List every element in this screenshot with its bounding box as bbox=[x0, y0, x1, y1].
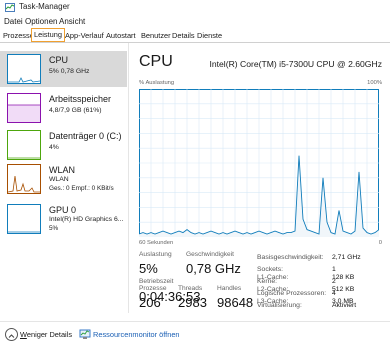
detail-label: Basisgeschwindigkeit: bbox=[257, 254, 324, 261]
cpu-thumbnail-graph bbox=[7, 54, 41, 84]
gpu-thumbnail-graph bbox=[7, 204, 41, 234]
stat-auslastung: 5% bbox=[139, 261, 158, 276]
graph-label: % Auslastung bbox=[139, 80, 175, 86]
sidebar-item-cpu[interactable]: CPU 5% 0,78 GHz bbox=[0, 51, 127, 87]
stat-label-auslastung: Auslastung bbox=[139, 251, 172, 258]
sidebar-item-label: CPU bbox=[49, 55, 69, 65]
tab-bar: Prozesse Leistung App-Verlauf Autostart … bbox=[0, 28, 390, 43]
detail-value: 3,0 MB bbox=[332, 298, 354, 305]
sidebar-item-label: GPU 0 bbox=[49, 205, 77, 215]
detail-label: L1-Cache: bbox=[257, 274, 289, 281]
detail-label: L3-Cache: bbox=[257, 298, 289, 305]
detail-value: 2,71 GHz bbox=[332, 254, 361, 261]
detail-value: 128 KB bbox=[332, 274, 355, 281]
graph-max-label: 100% bbox=[367, 80, 382, 86]
stat-handles: 98648 bbox=[217, 295, 254, 310]
detail-value: 1 bbox=[332, 266, 336, 273]
chevron-up-icon[interactable] bbox=[5, 328, 18, 341]
wlan-thumbnail-graph bbox=[7, 164, 41, 194]
tab-autostart[interactable]: Autostart bbox=[106, 31, 136, 40]
fewer-details-button[interactable]: Weniger Details bbox=[20, 330, 72, 339]
tab-prozesse[interactable]: Prozesse bbox=[3, 31, 34, 40]
sidebar-item-disk[interactable]: Datenträger 0 (C:) 4% bbox=[0, 127, 127, 163]
menu-bar: Datei Optionen Ansicht bbox=[0, 16, 390, 28]
sidebar-item-label: Datenträger 0 (C:) bbox=[49, 131, 122, 141]
sidebar-item-sub: 4,8/7,9 GB (61%) bbox=[49, 107, 102, 114]
sidebar-item-sub: 4% bbox=[49, 144, 59, 151]
footer-bar: Weniger Details Ressourcenmonitor öffnen bbox=[0, 321, 390, 349]
tab-app-verlauf[interactable]: App-Verlauf bbox=[65, 31, 104, 40]
tab-benutzer[interactable]: Benutzer bbox=[141, 31, 171, 40]
stat-geschwindigkeit: 0,78 GHz bbox=[186, 261, 241, 276]
resource-sidebar: CPU 5% 0,78 GHz Arbeitsspeicher 4,8/7,9 … bbox=[0, 43, 129, 313]
sidebar-item-gpu[interactable]: GPU 0 Intel(R) HD Graphics 6... 5% bbox=[0, 201, 127, 237]
stat-label-betriebszeit: Betriebszeit bbox=[139, 278, 174, 285]
cpu-model: Intel(R) Core(TM) i5-7300U CPU @ 2.60GHz bbox=[209, 59, 382, 69]
sidebar-item-sub: 5% 0,78 GHz bbox=[49, 68, 90, 75]
memory-thumbnail-graph bbox=[7, 93, 41, 123]
cpu-usage-graph bbox=[139, 89, 379, 237]
graph-time-label: 60 Sekunden bbox=[139, 240, 174, 246]
sidebar-item-wlan[interactable]: WLAN WLAN Ges.: 0 Empf.: 0 KBit/s bbox=[0, 161, 127, 197]
sidebar-item-memory[interactable]: Arbeitsspeicher 4,8/7,9 GB (61%) bbox=[0, 90, 127, 126]
graph-zero-label: 0 bbox=[378, 240, 382, 246]
window-title: Task-Manager bbox=[19, 2, 70, 11]
tab-details[interactable]: Details bbox=[172, 31, 195, 40]
disk-thumbnail-graph bbox=[7, 130, 41, 160]
stat-label-geschwindigkeit: Geschwindigkeit bbox=[186, 251, 235, 258]
stat-betriebszeit: 0:04:36:53 bbox=[139, 289, 201, 304]
sidebar-item-label: Arbeitsspeicher bbox=[49, 94, 112, 104]
sidebar-item-sub2: 5% bbox=[49, 225, 59, 232]
menu-optionen[interactable]: Optionen bbox=[25, 17, 57, 26]
detail-label: Sockets: bbox=[257, 266, 284, 273]
sidebar-item-sub2: Ges.: 0 Empf.: 0 KBit/s bbox=[49, 185, 114, 192]
sidebar-item-sub: WLAN bbox=[49, 176, 69, 183]
sidebar-item-sub: Intel(R) HD Graphics 6... bbox=[49, 216, 124, 223]
menu-ansicht[interactable]: Ansicht bbox=[59, 17, 85, 26]
task-manager-icon bbox=[5, 3, 15, 12]
menu-datei[interactable]: Datei bbox=[4, 17, 23, 26]
sidebar-item-label: WLAN bbox=[49, 165, 76, 175]
page-title: CPU bbox=[139, 53, 173, 70]
tab-dienste[interactable]: Dienste bbox=[197, 31, 222, 40]
detail-label: L2-Cache: bbox=[257, 286, 289, 293]
resource-monitor-icon bbox=[79, 329, 91, 339]
stat-label-handles: Handles bbox=[217, 285, 242, 292]
tab-leistung[interactable]: Leistung bbox=[31, 28, 65, 42]
cpu-detail-panel: CPU Intel(R) Core(TM) i5-7300U CPU @ 2.6… bbox=[129, 43, 390, 313]
detail-value: 512 KB bbox=[332, 286, 355, 293]
title-bar: Task-Manager bbox=[0, 0, 390, 16]
open-resource-monitor-link[interactable]: Ressourcenmonitor öffnen bbox=[93, 330, 180, 339]
